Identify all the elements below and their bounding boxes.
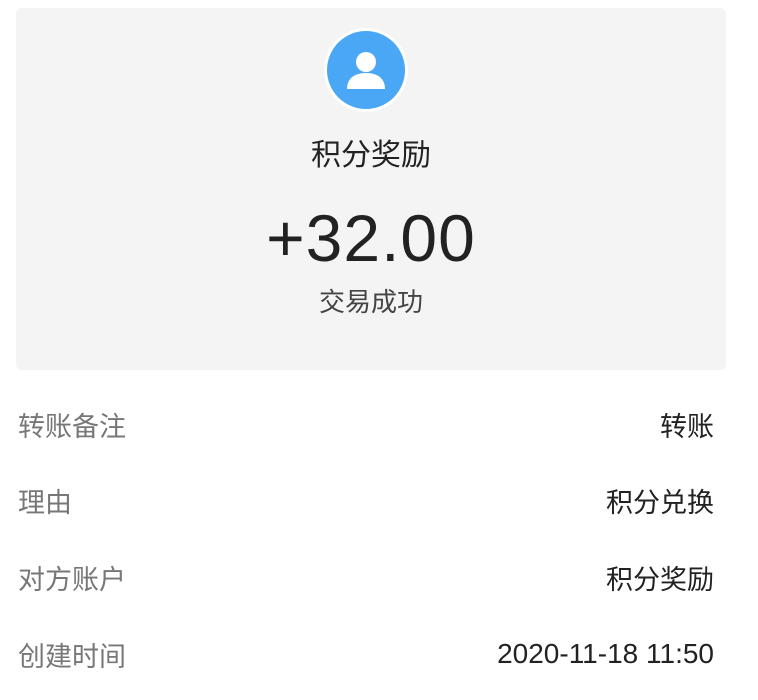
detail-value: 积分奖励 [606, 564, 714, 596]
detail-row-counterparty: 对方账户 积分奖励 [18, 555, 714, 599]
avatar [324, 28, 408, 112]
merchant-name: 积分奖励 [311, 138, 431, 173]
detail-value: 积分兑换 [606, 487, 714, 519]
detail-row-reason: 理由 积分兑换 [18, 478, 714, 522]
user-avatar-icon [327, 31, 405, 109]
detail-row-remark: 转账备注 转账 [18, 402, 714, 446]
detail-label: 理由 [18, 487, 72, 519]
transaction-amount: +32.00 [266, 201, 476, 275]
transaction-status: 交易成功 [318, 288, 423, 318]
detail-label: 对方账户 [18, 564, 126, 596]
detail-label: 创建时间 [18, 641, 126, 673]
detail-value: 2020-11-18 11:50 [497, 638, 714, 669]
transaction-summary-card: 积分奖励 +32.00 交易成功 [16, 8, 726, 370]
detail-value: 转账 [660, 411, 714, 443]
detail-row-created-time: 创建时间 2020-11-18 11:50 [18, 632, 714, 676]
detail-label: 转账备注 [18, 411, 126, 443]
